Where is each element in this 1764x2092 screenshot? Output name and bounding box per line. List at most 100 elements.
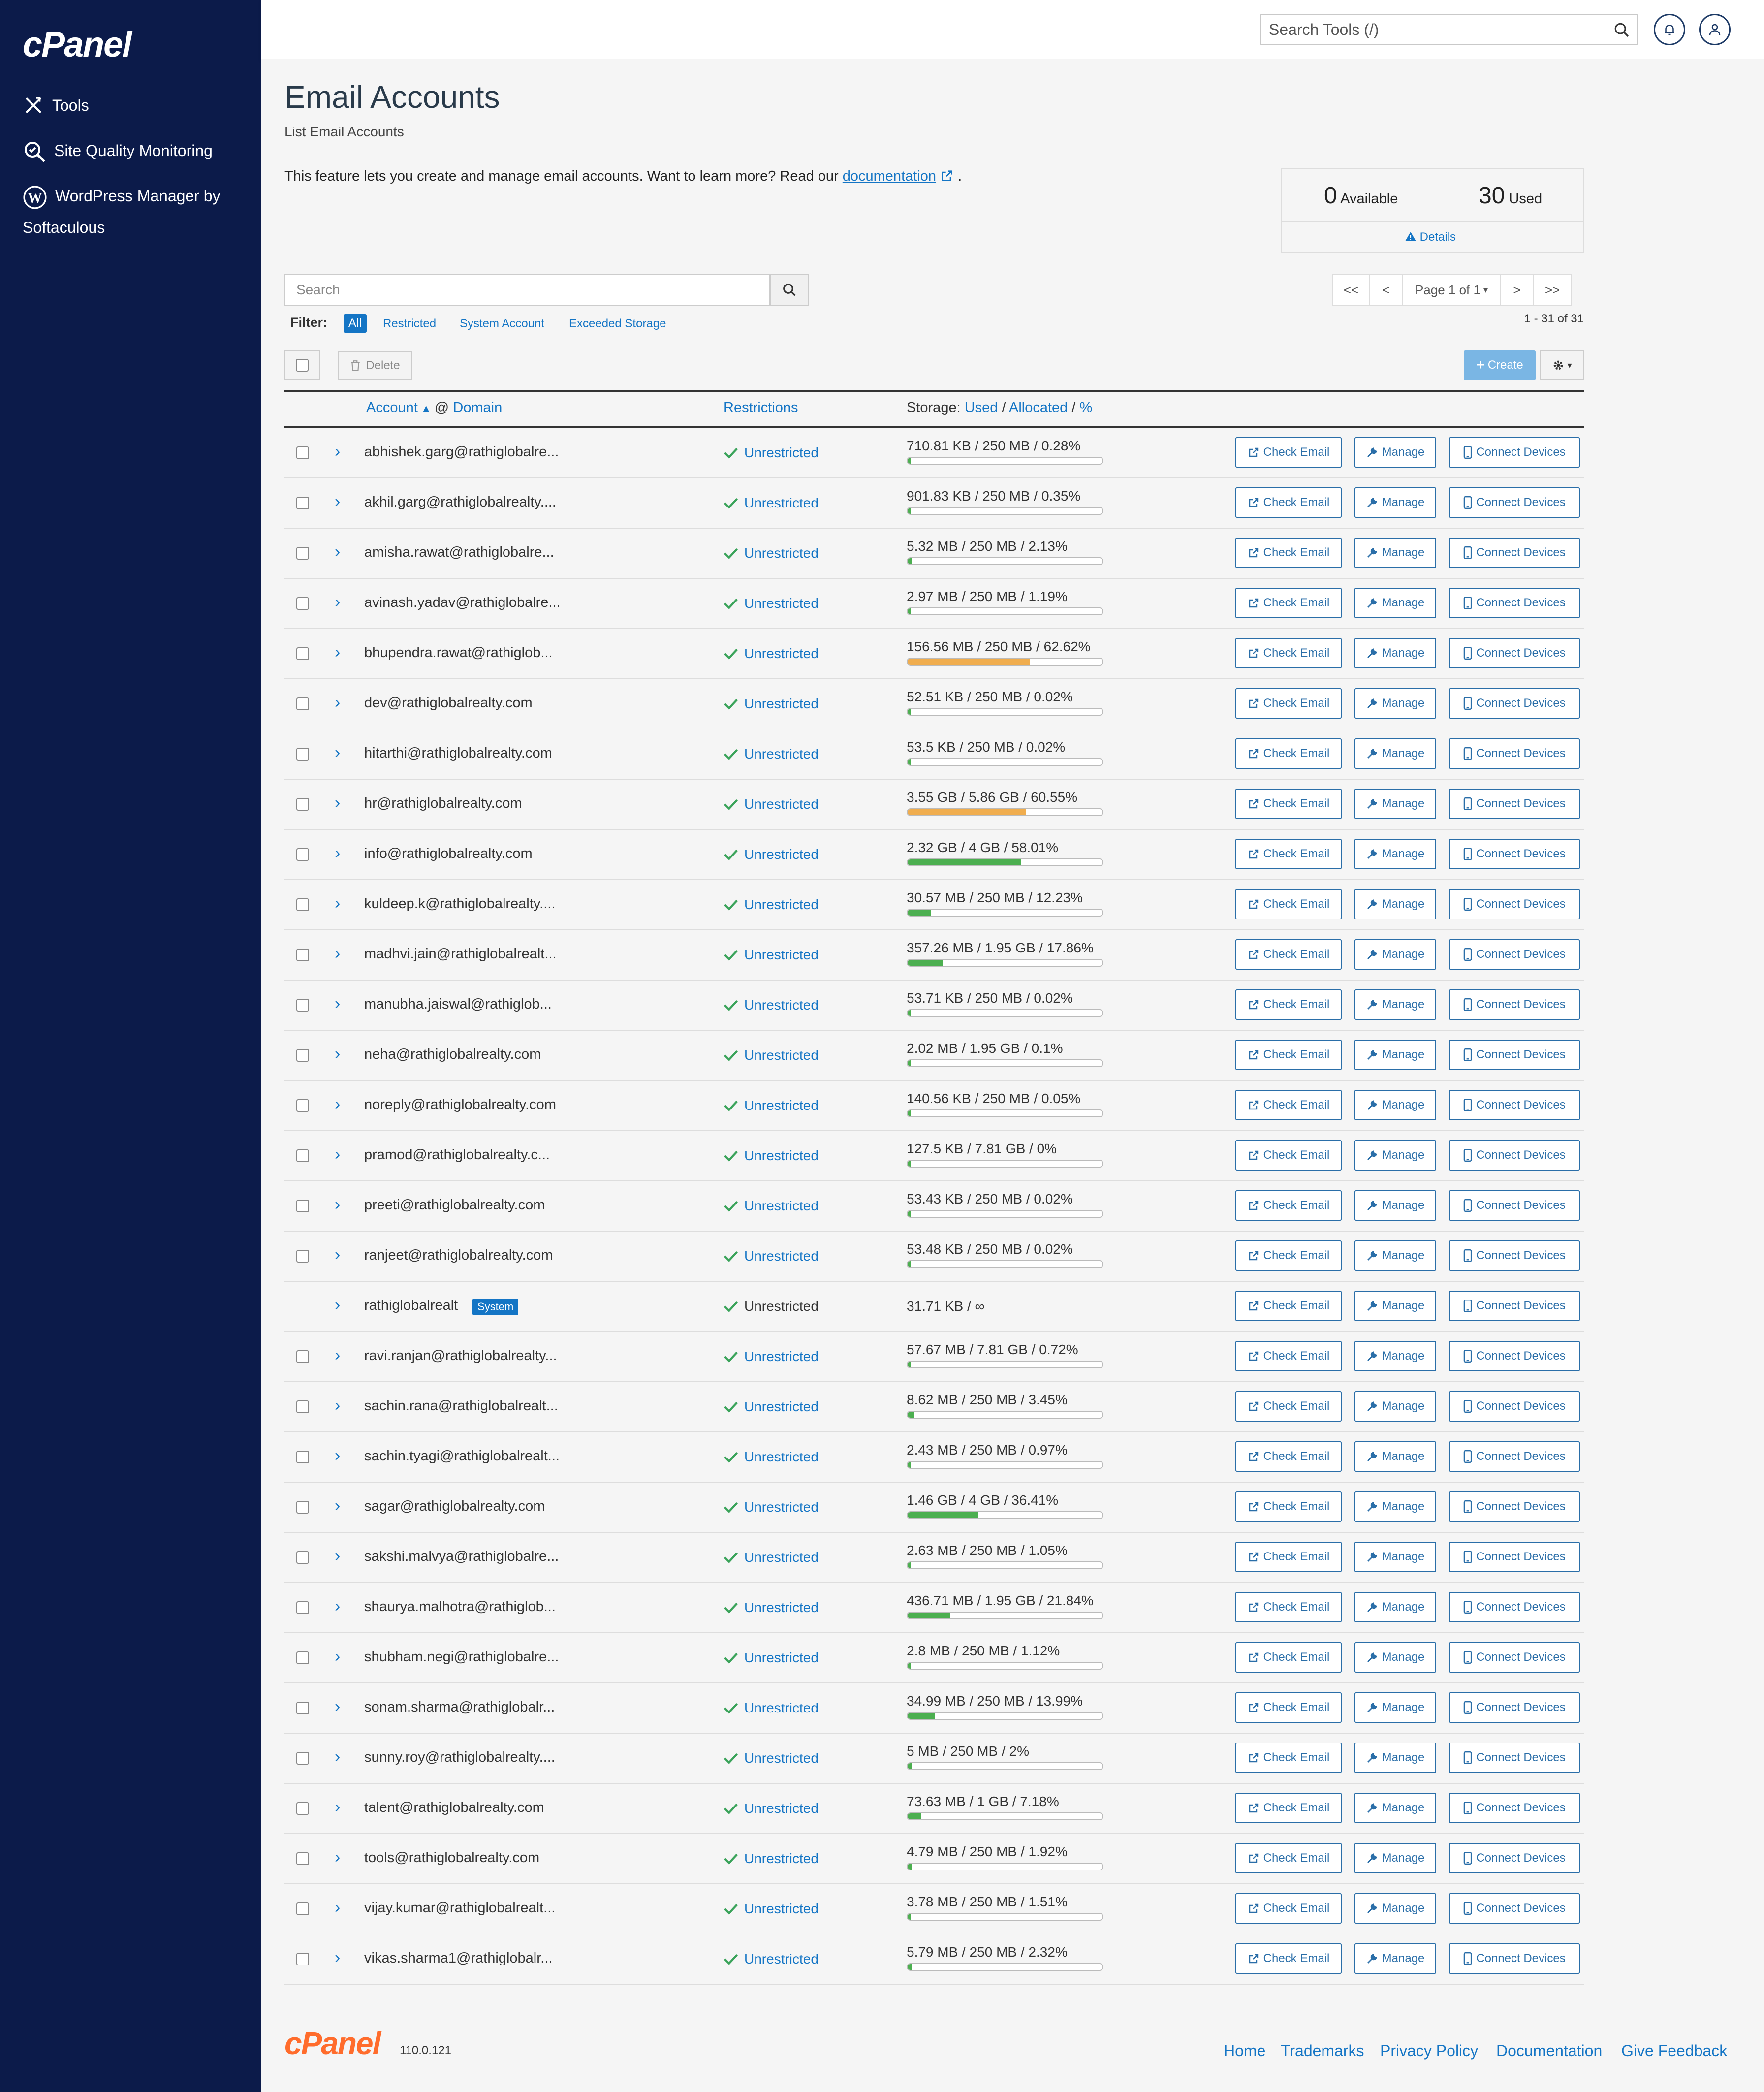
- filter-system-account[interactable]: System Account: [460, 317, 544, 331]
- expand-row-chevron-icon[interactable]: ›: [335, 1296, 340, 1315]
- expand-row-chevron-icon[interactable]: ›: [335, 944, 340, 963]
- check-email-button[interactable]: Check Email: [1235, 1542, 1342, 1572]
- connect-devices-button[interactable]: Connect Devices: [1449, 1491, 1580, 1522]
- manage-button[interactable]: Manage: [1354, 1190, 1436, 1221]
- check-email-button[interactable]: Check Email: [1235, 1943, 1342, 1974]
- connect-devices-button[interactable]: Connect Devices: [1449, 738, 1580, 769]
- next-page-button[interactable]: >: [1501, 275, 1534, 305]
- check-email-button[interactable]: Check Email: [1235, 738, 1342, 769]
- filter-all[interactable]: All: [344, 314, 367, 333]
- manage-button[interactable]: Manage: [1354, 1040, 1436, 1070]
- row-checkbox[interactable]: [296, 446, 309, 459]
- check-email-button[interactable]: Check Email: [1235, 1341, 1342, 1371]
- row-checkbox[interactable]: [296, 848, 309, 861]
- connect-devices-button[interactable]: Connect Devices: [1449, 1190, 1580, 1221]
- details-link[interactable]: Details: [1405, 230, 1456, 244]
- manage-button[interactable]: Manage: [1354, 588, 1436, 618]
- notifications-button[interactable]: [1654, 14, 1685, 45]
- row-checkbox[interactable]: [296, 1451, 309, 1463]
- connect-devices-button[interactable]: Connect Devices: [1449, 1692, 1580, 1723]
- row-checkbox[interactable]: [296, 1099, 309, 1112]
- footer-link-trademarks[interactable]: Trademarks: [1281, 2042, 1364, 2060]
- manage-button[interactable]: Manage: [1354, 1441, 1436, 1472]
- connect-devices-button[interactable]: Connect Devices: [1449, 839, 1580, 869]
- manage-button[interactable]: Manage: [1354, 939, 1436, 970]
- connect-devices-button[interactable]: Connect Devices: [1449, 588, 1580, 618]
- check-email-button[interactable]: Check Email: [1235, 1692, 1342, 1723]
- cpanel-logo[interactable]: cPanel: [23, 25, 132, 65]
- check-email-button[interactable]: Check Email: [1235, 789, 1342, 819]
- check-email-button[interactable]: Check Email: [1235, 939, 1342, 970]
- expand-row-chevron-icon[interactable]: ›: [335, 894, 340, 913]
- first-page-button[interactable]: <<: [1333, 275, 1370, 305]
- expand-row-chevron-icon[interactable]: ›: [335, 693, 340, 712]
- row-checkbox[interactable]: [296, 647, 309, 660]
- check-email-button[interactable]: Check Email: [1235, 1140, 1342, 1171]
- connect-devices-button[interactable]: Connect Devices: [1449, 789, 1580, 819]
- manage-button[interactable]: Manage: [1354, 789, 1436, 819]
- row-checkbox[interactable]: [296, 1651, 309, 1664]
- manage-button[interactable]: Manage: [1354, 839, 1436, 869]
- manage-button[interactable]: Manage: [1354, 1341, 1436, 1371]
- connect-devices-button[interactable]: Connect Devices: [1449, 1240, 1580, 1271]
- row-checkbox[interactable]: [296, 1953, 309, 1965]
- manage-button[interactable]: Manage: [1354, 889, 1436, 919]
- settings-menu-button[interactable]: ▾: [1540, 350, 1584, 380]
- sort-domain[interactable]: Domain: [453, 400, 502, 415]
- expand-row-chevron-icon[interactable]: ›: [335, 844, 340, 863]
- manage-button[interactable]: Manage: [1354, 1943, 1436, 1974]
- connect-devices-button[interactable]: Connect Devices: [1449, 1140, 1580, 1171]
- expand-row-chevron-icon[interactable]: ›: [335, 1045, 340, 1064]
- connect-devices-button[interactable]: Connect Devices: [1449, 1843, 1580, 1873]
- check-email-button[interactable]: Check Email: [1235, 989, 1342, 1020]
- row-checkbox[interactable]: [296, 1802, 309, 1815]
- check-email-button[interactable]: Check Email: [1235, 1391, 1342, 1422]
- documentation-link[interactable]: documentation: [843, 168, 936, 184]
- row-checkbox[interactable]: [296, 949, 309, 961]
- connect-devices-button[interactable]: Connect Devices: [1449, 1441, 1580, 1472]
- expand-row-chevron-icon[interactable]: ›: [335, 1245, 340, 1265]
- check-email-button[interactable]: Check Email: [1235, 638, 1342, 668]
- connect-devices-button[interactable]: Connect Devices: [1449, 1090, 1580, 1120]
- manage-button[interactable]: Manage: [1354, 1592, 1436, 1622]
- manage-button[interactable]: Manage: [1354, 688, 1436, 719]
- expand-row-chevron-icon[interactable]: ›: [335, 1597, 340, 1616]
- footer-cpanel-logo[interactable]: cPanel: [284, 2025, 381, 2061]
- expand-row-chevron-icon[interactable]: ›: [335, 743, 340, 762]
- connect-devices-button[interactable]: Connect Devices: [1449, 1391, 1580, 1422]
- connect-devices-button[interactable]: Connect Devices: [1449, 538, 1580, 568]
- row-checkbox[interactable]: [296, 1200, 309, 1212]
- check-email-button[interactable]: Check Email: [1235, 1190, 1342, 1221]
- row-checkbox[interactable]: [296, 1400, 309, 1413]
- expand-row-chevron-icon[interactable]: ›: [335, 1948, 340, 1967]
- check-email-button[interactable]: Check Email: [1235, 1843, 1342, 1873]
- expand-row-chevron-icon[interactable]: ›: [335, 1446, 340, 1465]
- connect-devices-button[interactable]: Connect Devices: [1449, 437, 1580, 468]
- manage-button[interactable]: Manage: [1354, 1893, 1436, 1924]
- connect-devices-button[interactable]: Connect Devices: [1449, 1542, 1580, 1572]
- sort-percent[interactable]: %: [1080, 400, 1093, 415]
- expand-row-chevron-icon[interactable]: ›: [335, 1898, 340, 1917]
- check-email-button[interactable]: Check Email: [1235, 1291, 1342, 1321]
- expand-row-chevron-icon[interactable]: ›: [335, 542, 340, 562]
- expand-row-chevron-icon[interactable]: ›: [335, 1496, 340, 1516]
- check-email-button[interactable]: Check Email: [1235, 1441, 1342, 1472]
- connect-devices-button[interactable]: Connect Devices: [1449, 1642, 1580, 1673]
- check-email-button[interactable]: Check Email: [1235, 538, 1342, 568]
- check-email-button[interactable]: Check Email: [1235, 1893, 1342, 1924]
- manage-button[interactable]: Manage: [1354, 989, 1436, 1020]
- select-all-checkbox[interactable]: [284, 350, 320, 380]
- connect-devices-button[interactable]: Connect Devices: [1449, 1040, 1580, 1070]
- sort-used[interactable]: Used: [965, 400, 998, 415]
- row-checkbox[interactable]: [296, 798, 309, 811]
- expand-row-chevron-icon[interactable]: ›: [335, 1346, 340, 1365]
- expand-row-chevron-icon[interactable]: ›: [335, 1798, 340, 1817]
- connect-devices-button[interactable]: Connect Devices: [1449, 989, 1580, 1020]
- last-page-button[interactable]: >>: [1534, 275, 1571, 305]
- manage-button[interactable]: Manage: [1354, 738, 1436, 769]
- expand-row-chevron-icon[interactable]: ›: [335, 1145, 340, 1164]
- footer-link-documentation[interactable]: Documentation: [1496, 2042, 1602, 2060]
- footer-link-privacy-policy[interactable]: Privacy Policy: [1380, 2042, 1478, 2060]
- check-email-button[interactable]: Check Email: [1235, 1793, 1342, 1823]
- row-checkbox[interactable]: [296, 1852, 309, 1865]
